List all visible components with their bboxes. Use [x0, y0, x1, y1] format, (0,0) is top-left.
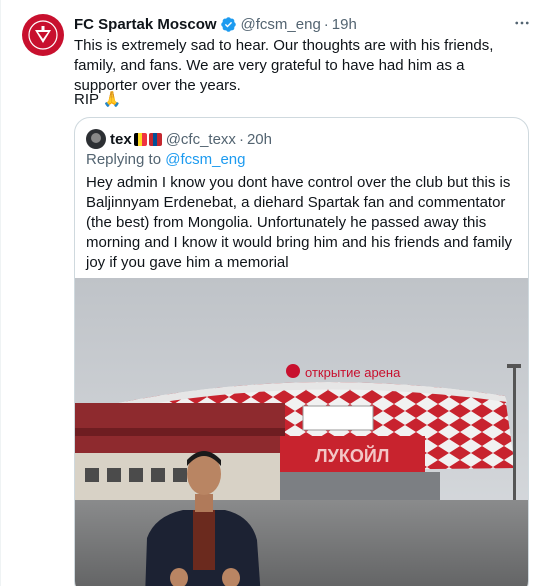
replying-handle-link[interactable]: @fcsm_eng: [165, 151, 245, 168]
tweet-rip-line: RIP 🙏: [74, 90, 122, 110]
arena-sign-text: открытие арена: [305, 365, 401, 380]
quote-text: Hey admin I know you dont have control o…: [86, 174, 513, 271]
mongolia-flag-icon: [148, 132, 162, 146]
verified-badge-icon: [220, 16, 236, 32]
flag-emojis: [133, 132, 162, 146]
author-name[interactable]: FC Spartak Moscow: [74, 16, 217, 33]
spartak-logo-icon: [28, 20, 58, 50]
banner-text: ЛУКОЙЛ: [315, 445, 389, 466]
attached-photo[interactable]: открытие арена ЛУКОЙЛ: [75, 278, 528, 586]
tweet-text: This is extremely sad to hear. Our thoug…: [74, 37, 494, 94]
quoted-tweet[interactable]: tex @cfc_texx · 20h Replying to @fcsm_en…: [74, 117, 529, 586]
quote-avatar[interactable]: [86, 129, 106, 149]
belgium-flag-icon: [133, 132, 147, 146]
replying-to: Replying to @fcsm_eng: [86, 151, 245, 168]
quote-separator-dot: ·: [238, 130, 244, 148]
quote-author-name[interactable]: tex: [110, 131, 132, 148]
folded-hands-icon: 🙏: [102, 91, 122, 108]
rip-text: RIP: [74, 91, 99, 108]
avatar[interactable]: [22, 14, 64, 56]
separator-dot: ·: [323, 15, 329, 33]
replying-prefix: Replying to: [86, 151, 166, 168]
tweet[interactable]: FC Spartak Moscow @fcsm_eng · 19h This i…: [0, 0, 540, 586]
quote-author-handle[interactable]: @cfc_texx: [166, 131, 236, 148]
tweet-header: FC Spartak Moscow @fcsm_eng · 19h: [74, 13, 357, 35]
quote-time[interactable]: 20h: [247, 131, 272, 148]
quote-header: tex @cfc_texx · 20h: [86, 129, 272, 149]
more-horizontal-icon[interactable]: [511, 12, 533, 34]
tweet-time[interactable]: 19h: [332, 16, 357, 33]
stadium-photo-illustration: открытие арена ЛУКОЙЛ: [75, 278, 528, 586]
author-handle[interactable]: @fcsm_eng: [241, 16, 321, 33]
